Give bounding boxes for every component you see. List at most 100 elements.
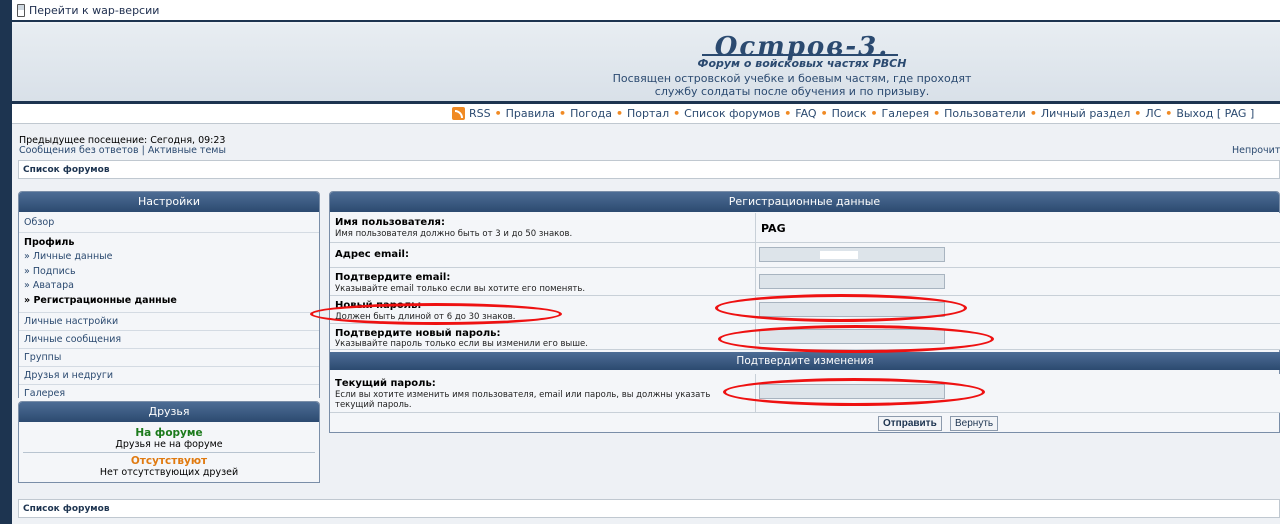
sidebar-item-groups[interactable]: Группы [19,349,319,367]
sidebar-group-profile: Профиль » Личные данные » Подпись » Ават… [19,233,319,313]
nav-personal[interactable]: Личный раздел [1041,107,1130,120]
friends-offline-text: Нет отсутствующих друзей [99,467,239,478]
registration-title: Регистрационные данные [330,192,1279,212]
email-confirm-hint: Указывайте email только если вы хотите е… [335,284,586,294]
nav-users[interactable]: Пользователи [944,107,1026,120]
site-header: Остров-3. Форум о войсковых частях РВСН … [12,24,1280,104]
site-logo-subtitle: Форум о войсковых частях РВСН [697,57,907,70]
registration-panel: Регистрационные данные Имя пользователя:… [329,191,1280,433]
nav-logout[interactable]: Выход [ PAG ] [1176,107,1254,120]
nav-separator: • [933,107,941,120]
row-current-password: Текущий пароль: Если вы хотите изменить … [330,374,1280,413]
row-username: Имя пользователя: Имя пользователя должн… [330,213,1280,243]
nav-pm[interactable]: ЛС [1145,107,1161,120]
friends-offline-title: Отсутствуют [130,455,208,467]
sidebar-item-registration[interactable]: » Регистрационные данные [24,295,314,310]
submit-button[interactable]: Отправить [878,416,942,431]
current-password-input[interactable] [759,384,945,399]
row-divider [755,243,756,267]
sidebar-item-personal-data[interactable]: » Личные данные [24,251,314,266]
nav-separator: • [615,107,623,120]
page-frame: Перейти к wap-версии Остров-3. Форум о в… [12,0,1280,524]
email-redaction [820,251,858,259]
nav-separator: • [673,107,681,120]
current-password-hint: Если вы хотите изменить имя пользователя… [335,390,711,410]
row-divider [755,213,756,242]
nav-portal[interactable]: Портал [627,107,669,120]
row-divider [755,296,756,323]
reset-button[interactable]: Вернуть [950,416,999,431]
breadcrumb-bottom-forum-list[interactable]: Список форумов [23,504,110,514]
username-value: PAG [761,222,786,235]
mobile-phone-icon [17,3,25,17]
tagline-line-2: службу солдаты после обучения и по призы… [654,85,930,98]
nav-gallery[interactable]: Галерея [882,107,930,120]
nav-separator: • [784,107,792,120]
row-divider [755,374,756,412]
friends-title: Друзья [19,402,319,422]
sidebar-item-avatar[interactable]: » Аватара [24,280,314,295]
nav-weather[interactable]: Погода [570,107,612,120]
nav-separator: • [870,107,878,120]
confirm-password-hint: Указывайте пароль только если вы изменил… [335,339,588,349]
confirm-password-input[interactable] [759,329,945,344]
new-password-hint: Должен быть длиной от 6 до 30 знаков. [335,312,516,322]
nav-rss[interactable]: RSS [469,107,491,120]
row-divider [755,324,756,349]
breadcrumb: Список форумов [18,160,1280,179]
link-active-topics[interactable]: Активные темы [148,145,226,156]
left-border [0,0,12,524]
row-email: Адрес email: [330,243,1280,268]
row-new-password: Новый пароль: Должен быть длиной от 6 до… [330,296,1280,324]
link-no-answers[interactable]: Сообщения без ответов [19,145,139,156]
link-unread[interactable]: Непрочита [1232,145,1280,156]
new-password-label: Новый пароль: [335,300,422,311]
nav-separator: • [1029,107,1037,120]
quick-links: Сообщения без ответов | Активные темы [19,145,226,156]
nav-separator: • [1165,107,1173,120]
username-hint: Имя пользователя должно быть от 3 и до 5… [335,229,573,239]
friends-panel: Друзья На форуме Друзья не на форуме Отс… [18,401,320,483]
sidebar-item-overview[interactable]: Обзор [19,212,319,233]
link-separator: | [141,145,145,156]
breadcrumb-bottom: Список форумов [18,499,1280,518]
nav-search[interactable]: Поиск [832,107,867,120]
nav-separator: • [559,107,567,120]
wap-link[interactable]: Перейти к wap-версии [29,4,159,17]
email-confirm-label: Подтвердите email: [335,272,451,283]
friends-online-title: На форуме [135,427,203,439]
confirm-password-label: Подтвердите новый пароль: [335,328,501,339]
wap-bar[interactable]: Перейти к wap-версии [12,0,1280,22]
sidebar-profile-title[interactable]: Профиль [24,237,314,248]
row-divider [755,268,756,295]
friends-body: На форуме Друзья не на форуме Отсутствую… [19,422,319,482]
nav-forum-list[interactable]: Список форумов [684,107,780,120]
new-password-input[interactable] [759,302,945,317]
friends-online-text: Друзья не на форуме [115,439,223,450]
nav-rules[interactable]: Правила [506,107,555,120]
nav-separator: • [820,107,828,120]
username-label: Имя пользователя: [335,217,445,228]
tagline-line-1: Посвящен островской учебке и боевым част… [612,72,972,85]
logo-underline [702,54,898,56]
sidebar-item-signature[interactable]: » Подпись [24,266,314,281]
nav-faq[interactable]: FAQ [795,107,816,120]
nav-separator: • [1134,107,1142,120]
sidebar-item-private-messages[interactable]: Личные сообщения [19,331,319,349]
confirm-changes-header: Подтвердите изменения [330,352,1280,370]
email-confirm-input[interactable] [759,274,945,289]
current-password-label: Текущий пароль: [335,378,436,389]
row-email-confirm: Подтвердите email: Указывайте email толь… [330,268,1280,296]
breadcrumb-forum-list[interactable]: Список форумов [23,165,110,175]
nav-separator: • [494,107,502,120]
sidebar-item-friends-foes[interactable]: Друзья и недруги [19,367,319,385]
site-tagline: Посвящен островской учебке и боевым част… [612,72,972,98]
friends-divider [23,452,315,453]
settings-title: Настройки [19,192,319,212]
row-confirm-password: Подтвердите новый пароль: Указывайте пар… [330,324,1280,350]
rss-icon[interactable] [452,107,465,120]
sidebar-item-preferences[interactable]: Личные настройки [19,313,319,331]
main-nav: RSS • Правила • Погода • Портал • Список… [12,104,1280,124]
settings-panel: Настройки Обзор Профиль » Личные данные … [18,191,320,403]
email-label: Адрес email: [335,249,409,260]
